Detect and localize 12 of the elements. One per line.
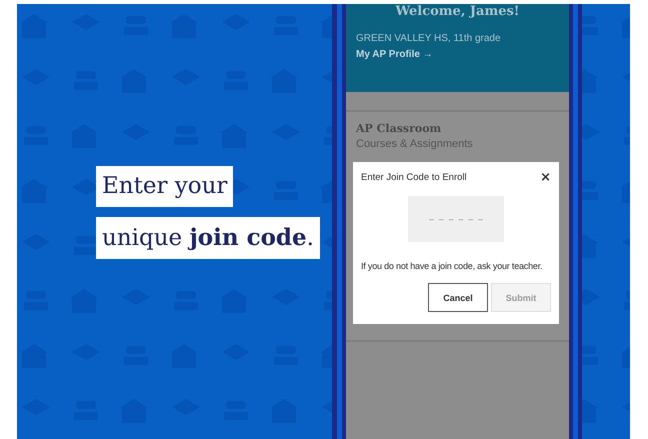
dialog-title: Enter Join Code to Enroll: [361, 172, 467, 183]
hint-text: If you do not have a join code, ask your teacher.: [361, 261, 544, 271]
card-title: AP Classroom: [356, 122, 442, 135]
card-subtitle: Courses & Assignments: [356, 138, 473, 150]
school-text: GREEN VALLEY HS, 11th grade: [356, 33, 502, 44]
profile-link[interactable]: My AP Profile →: [356, 49, 559, 60]
caption-text: Enter your: [96, 166, 234, 207]
close-button[interactable]: ×: [540, 171, 551, 184]
join-code-field[interactable]: – – – – – –: [408, 196, 504, 242]
caption-text: unique join code.: [96, 217, 320, 259]
dialog-button[interactable]: Cancel: [428, 283, 488, 312]
welcome-title: Welcome, James!: [394, 4, 521, 19]
